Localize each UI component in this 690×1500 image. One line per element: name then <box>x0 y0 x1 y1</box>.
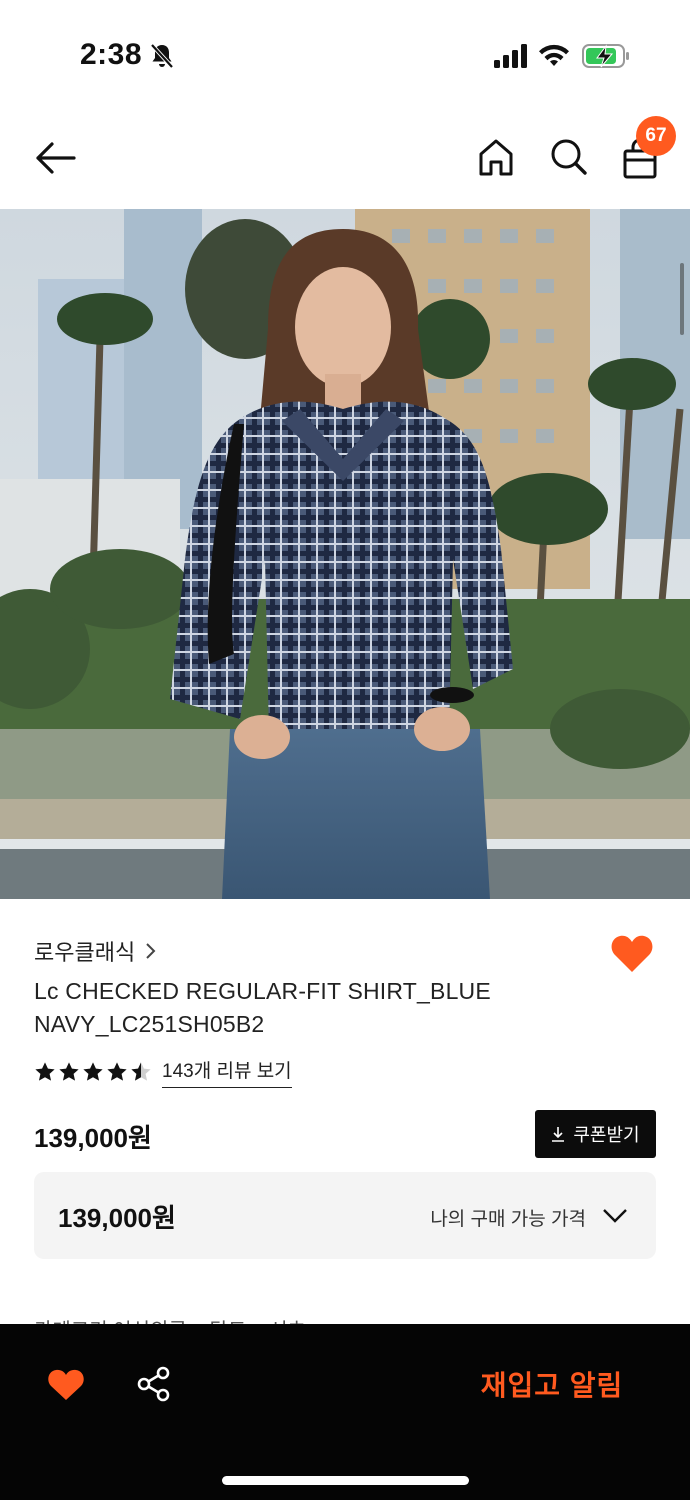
status-bar: 2:38 <box>0 0 690 110</box>
rating-row: 143개 리뷰 보기 <box>34 1056 292 1088</box>
home-indicator[interactable] <box>222 1476 469 1485</box>
status-time: 2:38 <box>80 38 143 71</box>
star-filled-icon <box>59 1062 79 1081</box>
product-photo <box>0 209 690 899</box>
signal-icon <box>494 44 527 68</box>
my-price-dropdown[interactable]: 139,000원 나의 구매 가능 가격 <box>34 1172 656 1259</box>
product-price: 139,000원 <box>34 1123 152 1153</box>
coupon-button[interactable]: 쿠폰받기 <box>535 1110 656 1158</box>
star-filled-icon <box>35 1062 55 1081</box>
back-arrow-icon[interactable] <box>32 138 78 178</box>
top-nav-bar: 67 <box>0 110 690 208</box>
restock-alert-button[interactable]: 재입고 알림 <box>462 1360 642 1408</box>
heart-icon[interactable] <box>47 1368 85 1402</box>
image-scroll-indicator <box>680 263 684 335</box>
cart-count-badge[interactable]: 67 <box>636 116 676 156</box>
product-title: Lc CHECKED REGULAR-FIT SHIRT_BLUE NAVY_L… <box>34 978 491 1037</box>
star-half-icon <box>131 1062 151 1081</box>
my-price-value: 139,000원 <box>58 1203 176 1233</box>
review-link[interactable]: 143개 리뷰 보기 <box>162 1056 292 1088</box>
share-icon[interactable] <box>136 1366 172 1402</box>
coupon-button-label: 쿠폰받기 <box>573 1125 640 1145</box>
star-filled-icon <box>107 1062 127 1081</box>
bell-slash-icon <box>150 43 174 69</box>
wifi-icon <box>539 44 569 66</box>
wishlist-heart-icon[interactable] <box>610 934 654 974</box>
bottom-action-bar: 재입고 알림 <box>0 1324 690 1500</box>
search-icon[interactable] <box>548 136 588 178</box>
product-image[interactable] <box>0 209 690 899</box>
battery-charging-icon <box>582 44 629 68</box>
star-rating <box>34 1061 152 1083</box>
download-icon <box>552 1127 565 1142</box>
my-price-label: 나의 구매 가능 가격 <box>430 1209 586 1230</box>
home-icon[interactable] <box>476 136 516 178</box>
brand-link[interactable]: 로우클래식 <box>34 935 157 967</box>
star-filled-icon <box>83 1062 103 1081</box>
brand-name[interactable]: 로우클래식 <box>34 935 135 967</box>
chevron-right-icon <box>146 943 156 959</box>
chevron-down-icon <box>603 1209 627 1223</box>
